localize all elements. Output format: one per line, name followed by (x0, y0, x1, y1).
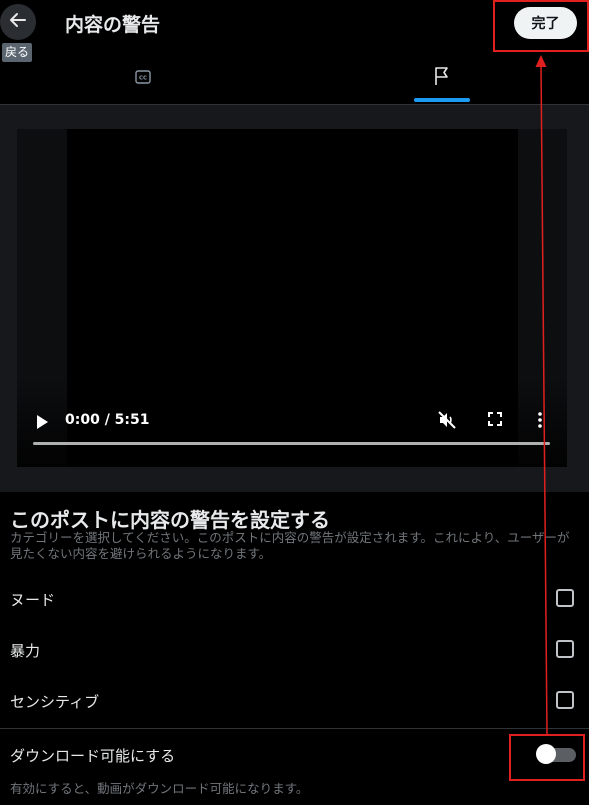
svg-text:CC: CC (139, 75, 147, 81)
warning-section-title: このポストに内容の警告を設定する (10, 508, 330, 532)
nudity-checkbox[interactable] (556, 589, 574, 607)
option-nudity[interactable]: ヌード (0, 575, 589, 625)
tab-content-warning[interactable] (414, 52, 470, 104)
muted-speaker-icon (437, 411, 457, 434)
divider (0, 728, 589, 729)
arrow-left-icon (8, 10, 28, 34)
option-sensitive[interactable]: センシティブ (0, 677, 589, 727)
option-label: ヌード (10, 591, 56, 609)
play-button[interactable] (35, 414, 49, 430)
video-area: 0:00 / 5:51 (0, 105, 589, 492)
download-description: 有効にすると、動画がダウンロード可能になります。 (10, 781, 309, 796)
done-button[interactable]: 完了 (514, 7, 577, 39)
violence-checkbox[interactable] (556, 640, 574, 658)
option-violence[interactable]: 暴力 (0, 626, 589, 676)
active-tab-indicator (414, 98, 470, 102)
play-icon (35, 415, 49, 434)
fullscreen-icon (487, 412, 503, 431)
warning-section-description: カテゴリーを選択してください。このポストに内容の警告が設定されます。これにより、… (10, 530, 570, 561)
flag-icon (433, 66, 451, 90)
toggle-thumb (536, 744, 556, 764)
video-progress-bar[interactable] (33, 442, 550, 445)
page-title: 内容の警告 (65, 14, 161, 36)
tab-captions[interactable]: CC (120, 52, 166, 104)
closed-captions-icon: CC (135, 69, 151, 88)
sensitive-checkbox[interactable] (556, 691, 574, 709)
back-button[interactable] (0, 4, 36, 40)
option-label: センシティブ (10, 693, 100, 711)
download-toggle[interactable] (536, 744, 576, 764)
mute-button[interactable] (437, 410, 457, 434)
video-player[interactable]: 0:00 / 5:51 (17, 129, 567, 467)
fullscreen-button[interactable] (487, 411, 503, 431)
video-time: 0:00 / 5:51 (65, 412, 150, 428)
download-label: ダウンロード可能にする (10, 747, 176, 765)
more-options-button[interactable] (536, 410, 544, 434)
option-label: 暴力 (10, 642, 41, 660)
header: 戻る 内容の警告 完了 (0, 0, 589, 62)
tab-bar: CC (0, 52, 589, 105)
vertical-dots-icon (536, 412, 544, 434)
